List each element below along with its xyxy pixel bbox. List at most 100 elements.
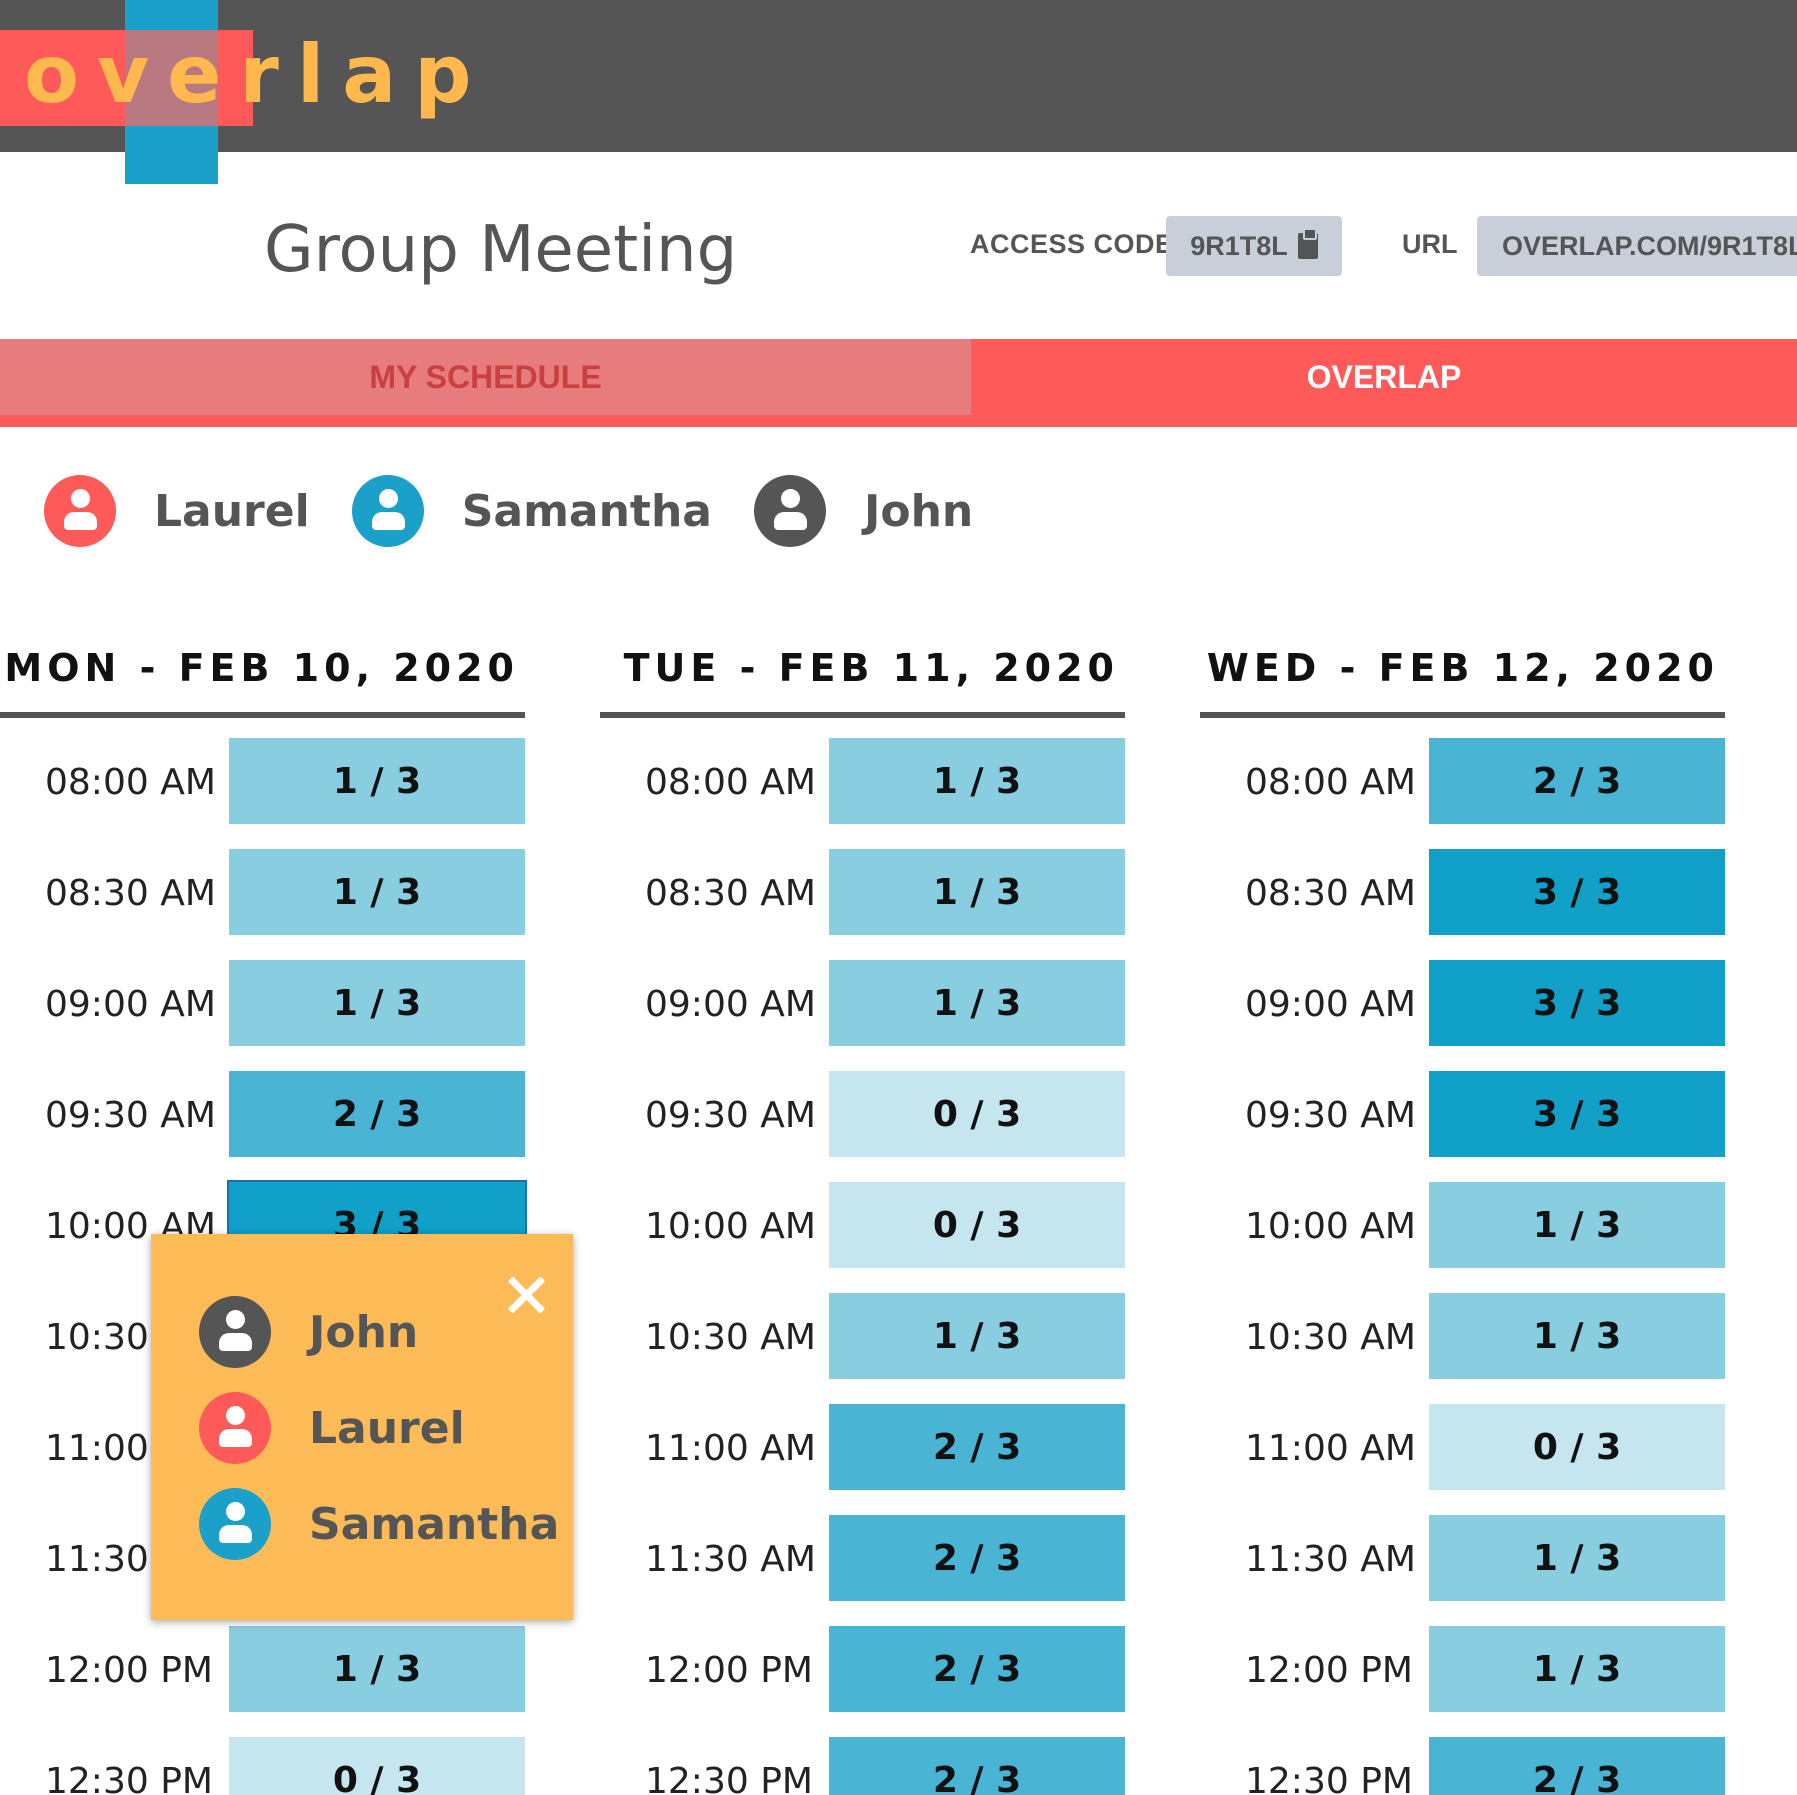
time-slot-row: 09:30 AM 3 / 3 bbox=[1200, 1071, 1725, 1159]
slot-time: 09:00 AM bbox=[1245, 984, 1416, 1025]
slot-time: 10:00 AM bbox=[1245, 1206, 1416, 1247]
participant-name: John bbox=[863, 485, 974, 537]
time-slot-row: 08:30 AM 3 / 3 bbox=[1200, 849, 1725, 937]
slot-time: 12:30 PM bbox=[645, 1761, 813, 1795]
logo-text: overlap bbox=[24, 28, 490, 121]
clipboard-icon bbox=[1297, 228, 1318, 259]
user-icon bbox=[199, 1296, 271, 1368]
time-slot-row: 09:00 AM 3 / 3 bbox=[1200, 960, 1725, 1048]
slot-time: 10:30 AM bbox=[645, 1317, 816, 1358]
day-column-tue: TUE - FEB 11, 2020 08:00 AM 1 / 3 08:30 AM… bbox=[600, 640, 1125, 1795]
time-slot-row: 10:30 AM 1 / 3 bbox=[600, 1293, 1125, 1381]
availability-cell[interactable]: 0 / 3 bbox=[229, 1737, 525, 1795]
time-slot-row: 09:00 AM 1 / 3 bbox=[0, 960, 525, 1048]
access-code-copy-button[interactable]: 9R1T8L bbox=[1166, 216, 1342, 276]
day-column-wed: WED - FEB 12, 2020 08:00 AM 2 / 3 08:30 AM… bbox=[1200, 640, 1725, 1795]
slot-time: 08:00 AM bbox=[645, 762, 816, 803]
time-slot-row: 12:30 PM 2 / 3 bbox=[1200, 1737, 1725, 1795]
slot-time: 12:00 PM bbox=[45, 1650, 213, 1691]
time-slot-row: 08:00 AM 1 / 3 bbox=[0, 738, 525, 826]
user-icon bbox=[753, 475, 826, 547]
availability-cell[interactable]: 1 / 3 bbox=[229, 960, 525, 1046]
availability-cell[interactable]: 3 / 3 bbox=[1429, 849, 1725, 935]
time-slot-row: 11:30 AM 1 / 3 bbox=[1200, 1515, 1725, 1603]
availability-cell[interactable]: 2 / 3 bbox=[229, 1071, 525, 1157]
slot-time: 10:30 AM bbox=[1245, 1317, 1416, 1358]
availability-cell[interactable]: 2 / 3 bbox=[829, 1515, 1125, 1601]
availability-cell[interactable]: 1 / 3 bbox=[229, 738, 525, 824]
access-code-value: 9R1T8L bbox=[1190, 230, 1288, 261]
popup-person-john: John bbox=[199, 1284, 559, 1380]
slot-time: 08:00 AM bbox=[1245, 762, 1416, 803]
day-column-mon: MON - FEB 10, 2020 08:00 AM 1 / 3 08:30 AM… bbox=[0, 640, 527, 1795]
availability-cell[interactable]: 0 / 3 bbox=[829, 1182, 1125, 1268]
time-slot-row: 08:00 AM 2 / 3 bbox=[1200, 738, 1725, 826]
slot-time: 09:00 AM bbox=[645, 984, 816, 1025]
availability-cell[interactable]: 1 / 3 bbox=[829, 738, 1125, 824]
day-header: MON - FEB 10, 2020 bbox=[0, 640, 525, 718]
slot-time: 08:30 AM bbox=[45, 873, 216, 914]
day-header: TUE - FEB 11, 2020 bbox=[600, 640, 1125, 718]
time-slot-row: 11:00 AM 2 / 3 bbox=[600, 1404, 1125, 1492]
url-label: URL bbox=[1402, 229, 1458, 259]
slot-time: 12:30 PM bbox=[1245, 1761, 1413, 1795]
participant-name: Samantha bbox=[461, 485, 712, 537]
slot-time: 11:00 AM bbox=[1245, 1428, 1416, 1469]
slot-time: 12:00 PM bbox=[645, 1650, 813, 1691]
availability-cell[interactable]: 1 / 3 bbox=[1429, 1182, 1725, 1268]
tab-overlap[interactable]: OVERLAP bbox=[971, 339, 1797, 415]
availability-cell[interactable]: 1 / 3 bbox=[1429, 1293, 1725, 1379]
slot-time: 09:30 AM bbox=[645, 1095, 816, 1136]
availability-popup: John Laurel Samantha bbox=[151, 1234, 573, 1620]
slot-time: 12:00 PM bbox=[1245, 1650, 1413, 1691]
logo[interactable]: overlap bbox=[0, 0, 472, 184]
availability-cell[interactable]: 1 / 3 bbox=[1429, 1515, 1725, 1601]
popup-person-name: Samantha bbox=[309, 1498, 560, 1550]
time-slot-row: 09:30 AM 2 / 3 bbox=[0, 1071, 525, 1159]
time-slot-row: 10:30 AM 1 / 3 bbox=[1200, 1293, 1725, 1381]
availability-cell[interactable]: 1 / 3 bbox=[1429, 1626, 1725, 1712]
availability-cell[interactable]: 2 / 3 bbox=[1429, 738, 1725, 824]
slot-time: 08:00 AM bbox=[45, 762, 216, 803]
availability-cell[interactable]: 2 / 3 bbox=[1429, 1737, 1725, 1795]
availability-cell[interactable]: 2 / 3 bbox=[829, 1626, 1125, 1712]
participant-name: Laurel bbox=[154, 485, 310, 537]
view-tabs: MY SCHEDULE OVERLAP bbox=[0, 339, 1797, 427]
time-slot-row: 10:00 AM 1 / 3 bbox=[1200, 1182, 1725, 1270]
availability-cell[interactable]: 0 / 3 bbox=[829, 1071, 1125, 1157]
popup-person-laurel: Laurel bbox=[199, 1380, 559, 1476]
time-slot-row: 12:00 PM 1 / 3 bbox=[0, 1626, 525, 1714]
availability-cell[interactable]: 3 / 3 bbox=[1429, 1071, 1725, 1157]
availability-cell[interactable]: 1 / 3 bbox=[229, 849, 525, 935]
url-copy-button[interactable]: OVERLAP.COM/9R1T8L bbox=[1477, 216, 1797, 276]
time-slot-row: 12:00 PM 1 / 3 bbox=[1200, 1626, 1725, 1714]
availability-cell[interactable]: 1 / 3 bbox=[229, 1626, 525, 1712]
time-slot-row: 09:30 AM 0 / 3 bbox=[600, 1071, 1125, 1159]
user-icon bbox=[199, 1392, 271, 1464]
meeting-title: Group Meeting bbox=[264, 213, 738, 287]
time-slot-row: 12:30 PM 2 / 3 bbox=[600, 1737, 1125, 1795]
slot-time: 11:30 AM bbox=[1245, 1539, 1416, 1580]
day-header: WED - FEB 12, 2020 bbox=[1200, 640, 1725, 718]
availability-cell[interactable]: 0 / 3 bbox=[1429, 1404, 1725, 1490]
availability-cell[interactable]: 2 / 3 bbox=[829, 1737, 1125, 1795]
participant-john: John bbox=[753, 475, 974, 547]
time-slot-row: 09:00 AM 1 / 3 bbox=[600, 960, 1125, 1048]
access-code-label: ACCESS CODE bbox=[970, 229, 1174, 259]
availability-cell[interactable]: 3 / 3 bbox=[1429, 960, 1725, 1046]
availability-cell[interactable]: 1 / 3 bbox=[829, 960, 1125, 1046]
time-slot-row: 08:30 AM 1 / 3 bbox=[600, 849, 1125, 937]
time-slot-row: 12:30 PM 0 / 3 bbox=[0, 1737, 525, 1795]
availability-cell[interactable]: 1 / 3 bbox=[829, 1293, 1125, 1379]
slot-time: 08:30 AM bbox=[645, 873, 816, 914]
availability-cell[interactable]: 1 / 3 bbox=[829, 849, 1125, 935]
slot-time: 09:30 AM bbox=[45, 1095, 216, 1136]
availability-cell[interactable]: 2 / 3 bbox=[829, 1404, 1125, 1490]
popup-person-name: Laurel bbox=[309, 1402, 465, 1454]
slot-time: 10:00 AM bbox=[645, 1206, 816, 1247]
popup-person-name: John bbox=[309, 1306, 419, 1358]
time-slot-row: 08:00 AM 1 / 3 bbox=[600, 738, 1125, 826]
tab-my-schedule[interactable]: MY SCHEDULE bbox=[0, 339, 971, 415]
user-icon bbox=[44, 475, 116, 547]
participants-list: Laurel Samantha John bbox=[44, 475, 1015, 547]
